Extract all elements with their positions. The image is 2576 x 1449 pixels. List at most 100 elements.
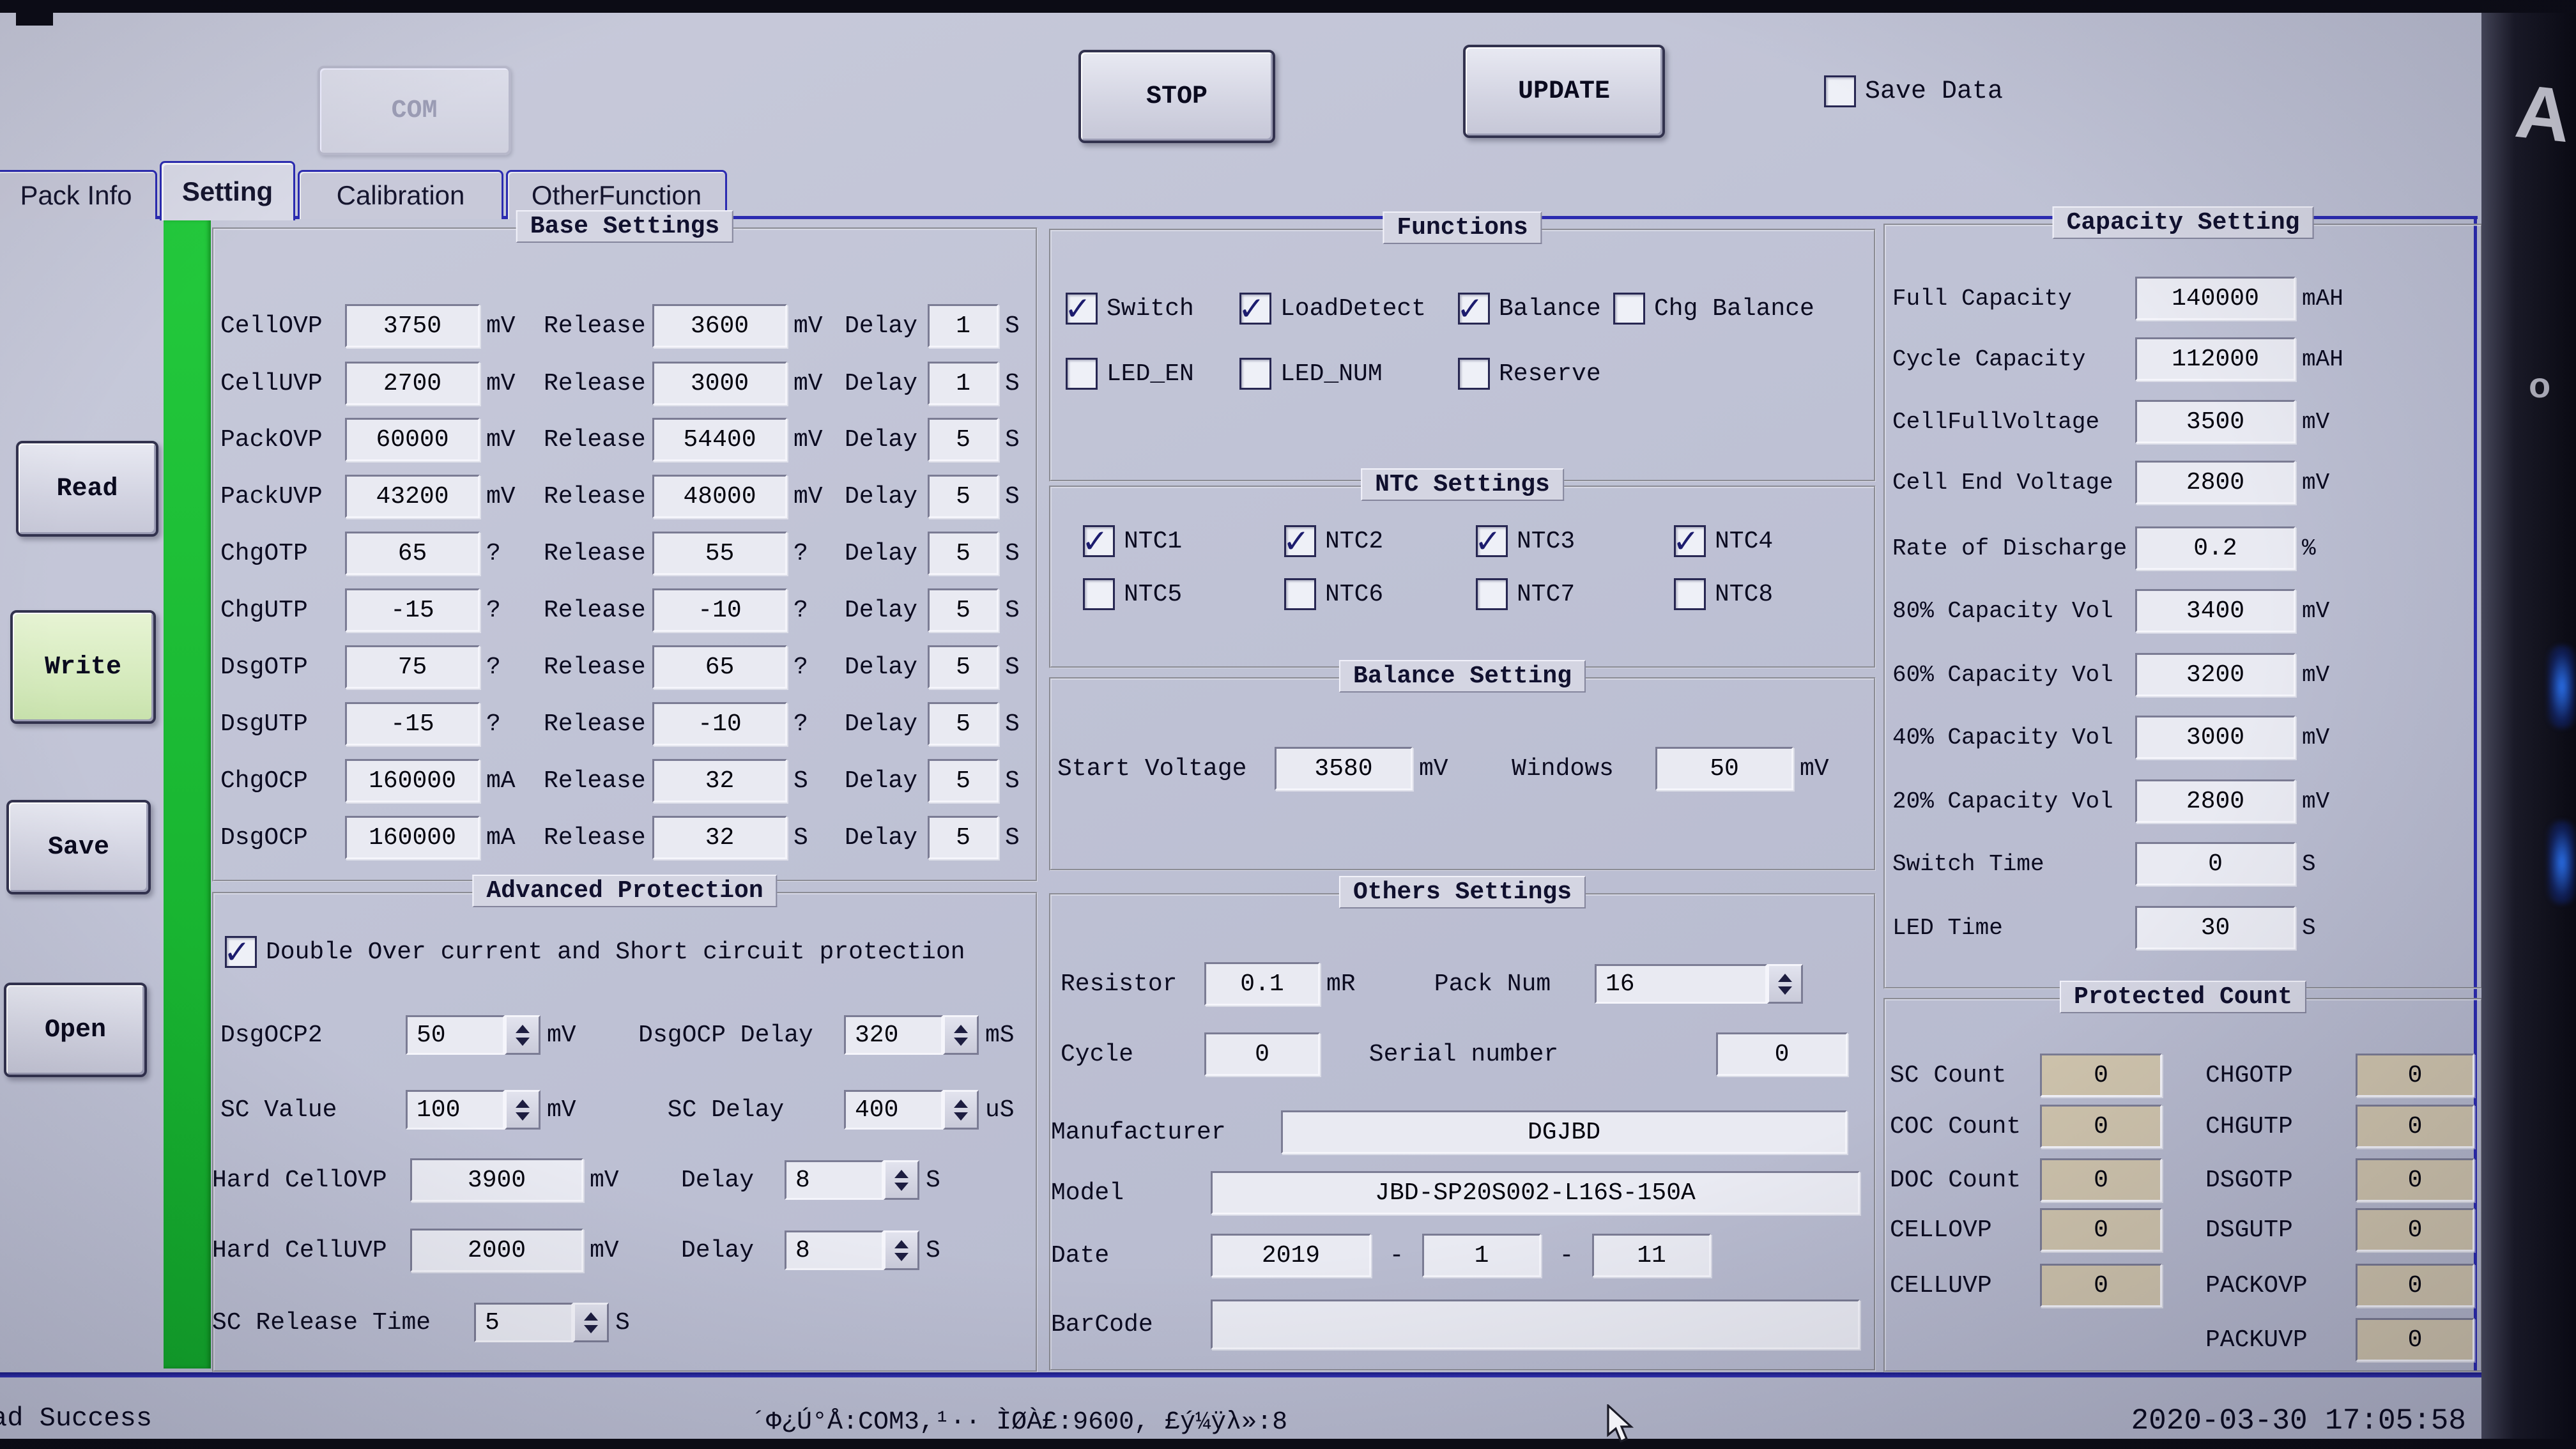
checkbox-ntc6[interactable]: NTC6 xyxy=(1284,572,1383,617)
cellfullvoltage-field[interactable]: 3500 xyxy=(2135,400,2296,443)
dsgocp2-value[interactable]: 50 xyxy=(406,1015,505,1055)
chgutp-delay-field[interactable]: 5 xyxy=(928,588,999,632)
windows-field[interactable]: 50 xyxy=(1655,747,1793,790)
packuvp-value-field[interactable]: 43200 xyxy=(345,475,480,518)
chgutp-value-field[interactable]: -15 xyxy=(345,588,480,632)
checkbox-ntc7[interactable]: NTC7 xyxy=(1476,572,1575,617)
manufacturer-field[interactable]: DGJBD xyxy=(1281,1110,1847,1154)
chgocp-value-field[interactable]: 160000 xyxy=(345,759,480,802)
packovp-delay-field[interactable]: 5 xyxy=(928,418,999,461)
date-month-field[interactable]: 1 xyxy=(1422,1234,1541,1277)
com-button[interactable]: COM xyxy=(318,66,511,155)
hard-celluvp-delay-value[interactable]: 8 xyxy=(785,1230,884,1270)
pack-num-spinner[interactable]: 16 xyxy=(1595,964,1803,1004)
checkbox-reserve[interactable]: Reserve xyxy=(1458,351,1601,396)
spinner-arrows-icon[interactable] xyxy=(943,1090,979,1130)
checkbox-ntc4[interactable]: NTC4 xyxy=(1674,519,1773,564)
dsgutp-value-field[interactable]: -15 xyxy=(345,702,480,746)
checkbox-balance[interactable]: Balance xyxy=(1458,286,1601,331)
spinner-arrows-icon[interactable] xyxy=(505,1015,540,1055)
packovp-release-field[interactable]: 54400 xyxy=(652,418,787,461)
update-button[interactable]: UPDATE xyxy=(1463,45,1665,138)
open-button[interactable]: Open xyxy=(4,983,147,1077)
chgutp-release-field[interactable]: -10 xyxy=(652,588,787,632)
hard-cellovp-delay-spinner[interactable]: 8 xyxy=(785,1160,919,1200)
spinner-arrows-icon[interactable] xyxy=(884,1230,919,1270)
checkbox-led-en[interactable]: LED_EN xyxy=(1066,351,1194,396)
spinner-arrows-icon[interactable] xyxy=(943,1015,979,1055)
dsgutp-delay-field[interactable]: 5 xyxy=(928,702,999,746)
checkbox-loaddetect[interactable]: LoadDetect xyxy=(1239,286,1426,331)
celluvp-value-field[interactable]: 2700 xyxy=(345,362,480,405)
sc-value[interactable]: 100 xyxy=(406,1090,505,1130)
led-time-field[interactable]: 30 xyxy=(2135,906,2296,949)
barcode-field[interactable] xyxy=(1211,1300,1860,1349)
write-button[interactable]: Write xyxy=(10,610,156,724)
date-year-field[interactable]: 2019 xyxy=(1211,1234,1371,1277)
capacity-60-field[interactable]: 3200 xyxy=(2135,653,2296,696)
switch-time-field[interactable]: 0 xyxy=(2135,842,2296,885)
sc-release-spinner[interactable]: 5 xyxy=(474,1303,609,1342)
tab-pack-info[interactable]: Pack Info xyxy=(0,170,157,219)
cycle-capacity-field[interactable]: 112000 xyxy=(2135,337,2296,381)
read-button[interactable]: Read xyxy=(16,441,158,537)
spinner-arrows-icon[interactable] xyxy=(505,1090,540,1130)
tab-calibration[interactable]: Calibration xyxy=(298,170,503,219)
dsgocp-delay-field[interactable]: 5 xyxy=(928,816,999,859)
hard-cellovp-delay-value[interactable]: 8 xyxy=(785,1160,884,1200)
chgocp-delay-field[interactable]: 5 xyxy=(928,759,999,802)
sc-delay-spinner[interactable]: 400 xyxy=(844,1090,979,1130)
checkbox-ntc3[interactable]: NTC3 xyxy=(1476,519,1575,564)
hard-celluvp-delay-spinner[interactable]: 8 xyxy=(785,1230,919,1270)
double-protection-checkbox[interactable]: Double Over current and Short circuit pr… xyxy=(225,930,965,974)
checkbox-ntc5[interactable]: NTC5 xyxy=(1083,572,1182,617)
serial-number-field[interactable]: 0 xyxy=(1716,1032,1848,1076)
checkbox-chg-balance[interactable]: Chg Balance xyxy=(1613,286,1814,331)
celluvp-release-field[interactable]: 3000 xyxy=(652,362,787,405)
dsgotp-delay-field[interactable]: 5 xyxy=(928,645,999,689)
rate-of-discharge-field[interactable]: 0.2 xyxy=(2135,526,2296,570)
dsgotp-value-field[interactable]: 75 xyxy=(345,645,480,689)
sc-value-spinner[interactable]: 100 xyxy=(406,1090,540,1130)
sc-release-value[interactable]: 5 xyxy=(474,1303,573,1342)
dsgocp-value-field[interactable]: 160000 xyxy=(345,816,480,859)
save-button[interactable]: Save xyxy=(6,800,151,894)
cellovp-value-field[interactable]: 3750 xyxy=(345,304,480,348)
spinner-arrows-icon[interactable] xyxy=(884,1160,919,1200)
packuvp-release-field[interactable]: 48000 xyxy=(652,475,787,518)
chgocp-release-field[interactable]: 32 xyxy=(652,759,787,802)
cell-end-voltage-field[interactable]: 2800 xyxy=(2135,461,2296,504)
model-field[interactable]: JBD-SP20S002-L16S-150A xyxy=(1211,1171,1860,1215)
checkbox-ntc2[interactable]: NTC2 xyxy=(1284,519,1383,564)
full-capacity-field[interactable]: 140000 xyxy=(2135,277,2296,320)
chgotp-value-field[interactable]: 65 xyxy=(345,532,480,575)
capacity-80-field[interactable]: 3400 xyxy=(2135,589,2296,632)
cellovp-delay-field[interactable]: 1 xyxy=(928,304,999,348)
dsgutp-release-field[interactable]: -10 xyxy=(652,702,787,746)
cellovp-release-field[interactable]: 3600 xyxy=(652,304,787,348)
sc-delay-value[interactable]: 400 xyxy=(844,1090,943,1130)
celluvp-delay-field[interactable]: 1 xyxy=(928,362,999,405)
pack-num-value[interactable]: 16 xyxy=(1595,964,1767,1004)
hard-cellovp-field[interactable]: 3900 xyxy=(410,1158,583,1202)
dsgocp2-spinner[interactable]: 50 xyxy=(406,1015,540,1055)
checkbox-ntc1[interactable]: NTC1 xyxy=(1083,519,1182,564)
dsgotp-release-field[interactable]: 65 xyxy=(652,645,787,689)
date-day-field[interactable]: 11 xyxy=(1592,1234,1711,1277)
stop-button[interactable]: STOP xyxy=(1078,50,1275,143)
spinner-arrows-icon[interactable] xyxy=(1767,964,1803,1004)
packovp-value-field[interactable]: 60000 xyxy=(345,418,480,461)
checkbox-led-num[interactable]: LED_NUM xyxy=(1239,351,1383,396)
checkbox-ntc8[interactable]: NTC8 xyxy=(1674,572,1773,617)
cycle-field[interactable]: 0 xyxy=(1204,1032,1320,1076)
chgotp-release-field[interactable]: 55 xyxy=(652,532,787,575)
hard-celluvp-field[interactable]: 2000 xyxy=(410,1229,583,1272)
tab-setting[interactable]: Setting xyxy=(160,161,295,220)
chgotp-delay-field[interactable]: 5 xyxy=(928,532,999,575)
capacity-20-field[interactable]: 2800 xyxy=(2135,779,2296,823)
resistor-field[interactable]: 0.1 xyxy=(1204,962,1320,1006)
checkbox-switch[interactable]: Switch xyxy=(1066,286,1194,331)
spinner-arrows-icon[interactable] xyxy=(573,1303,609,1342)
capacity-40-field[interactable]: 3000 xyxy=(2135,716,2296,759)
dsgocp-delay-value[interactable]: 320 xyxy=(844,1015,943,1055)
